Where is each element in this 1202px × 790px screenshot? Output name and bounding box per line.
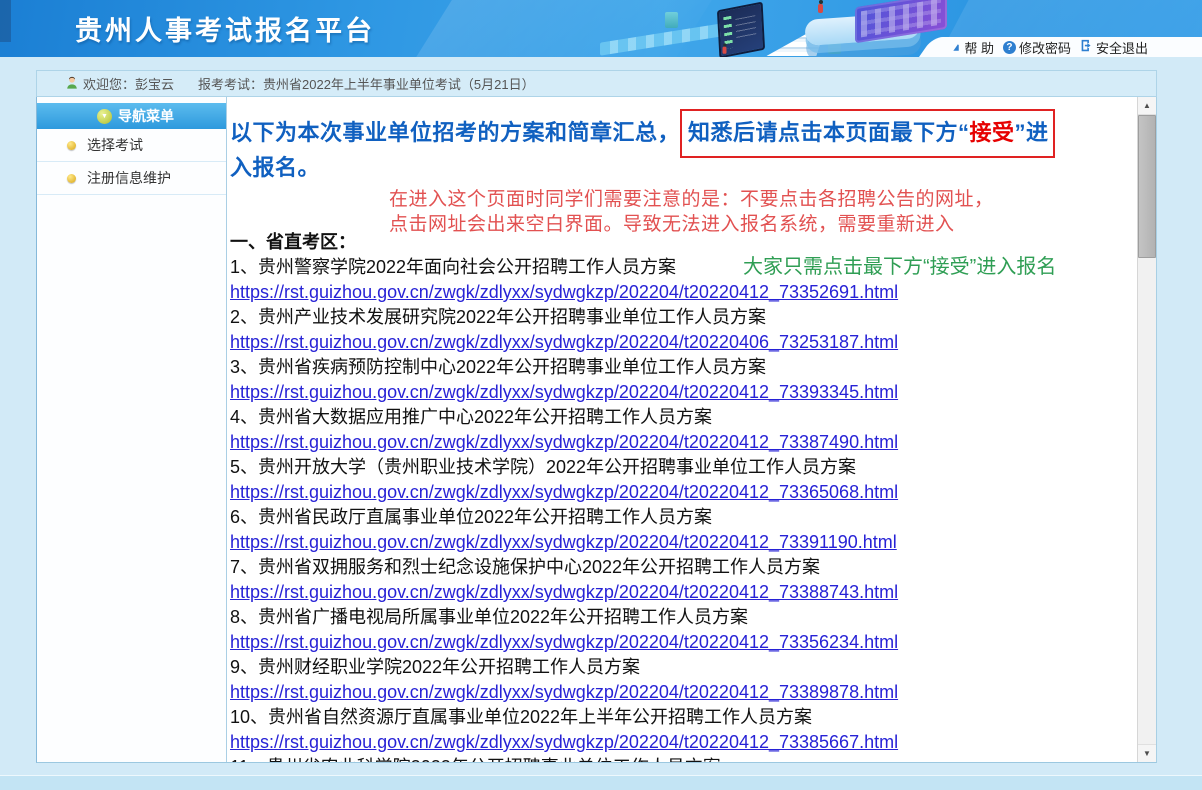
- app-header: 贵州人事考试报名平台 帮 助 ? 修改密码 安全退出: [0, 0, 1202, 57]
- announcement-title: 8、贵州省广播电视局所属事业单位2022年公开招聘工作人员方案: [230, 605, 1136, 630]
- announcement-title: 7、贵州省双拥服务和烈士纪念设施保护中心2022年公开招聘工作人员方案: [230, 555, 1136, 580]
- announcement-link[interactable]: https://rst.guizhou.gov.cn/zwgk/zdlyxx/s…: [230, 430, 1136, 455]
- announcement-link[interactable]: https://rst.guizhou.gov.cn/zwgk/zdlyxx/s…: [230, 680, 1136, 705]
- announcement-link[interactable]: https://rst.guizhou.gov.cn/zwgk/zdlyxx/s…: [230, 530, 1136, 555]
- scroll-up-button[interactable]: ▲: [1138, 97, 1156, 115]
- red-note-line1: 在进入这个页面时同学们需要注意的是：不要点击各招聘公告的网址，: [389, 187, 1059, 212]
- announcement-link[interactable]: https://rst.guizhou.gov.cn/zwgk/zdlyxx/s…: [230, 280, 1136, 305]
- announcement-item: 5、贵州开放大学（贵州职业技术学院）2022年公开招聘事业单位工作人员方案 ht…: [230, 455, 1136, 505]
- exam-text: 报考考试：贵州省2022年上半年事业单位考试（5月21日）: [198, 74, 535, 93]
- announcement-title: 3、贵州省疾病预防控制中心2022年公开招聘事业单位工作人员方案: [230, 355, 1136, 380]
- illustration-pillar: [828, 38, 841, 54]
- announcement-item: 8、贵州省广播电视局所属事业单位2022年公开招聘工作人员方案 https://…: [230, 605, 1136, 655]
- sidebar: ▼ 导航菜单 选择考试 注册信息维护: [37, 97, 227, 762]
- heading-boxed-post: ”进: [1015, 120, 1049, 145]
- sidebar-item-label: 选择考试: [87, 135, 143, 155]
- bullet-icon: [67, 174, 76, 183]
- logout-label: 安全退出: [1096, 38, 1148, 57]
- illustration-person: [818, 0, 823, 14]
- content-area: 以下为本次事业单位招考的方案和简章汇总，知悉后请点击本页面最下方“接受”进 入报…: [228, 97, 1136, 762]
- nav-menu-title: 导航菜单: [118, 106, 174, 126]
- sidebar-item-registration-info[interactable]: 注册信息维护: [37, 162, 226, 195]
- announcement-item: 2、贵州产业技术发展研究院2022年公开招聘事业单位工作人员方案 https:/…: [230, 305, 1136, 355]
- announcement-title: 10、贵州省自然资源厅直属事业单位2022年上半年公开招聘工作人员方案: [230, 705, 1136, 730]
- heading-boxed-pre: 知悉后请点击本页面最下方“: [688, 120, 970, 145]
- red-warning-note: 在进入这个页面时同学们需要注意的是：不要点击各招聘公告的网址， 点击网址会出来空…: [389, 187, 1059, 237]
- bullet-icon: [67, 141, 76, 150]
- illustration-person: [723, 43, 727, 54]
- help-link[interactable]: 帮 助: [949, 38, 994, 57]
- change-password-link[interactable]: ? 修改密码: [1003, 38, 1071, 57]
- illustration-platform: [804, 12, 921, 46]
- announcement-item: 4、贵州省大数据应用推广中心2022年公开招聘工作人员方案 https://rs…: [230, 405, 1136, 455]
- green-instruction-note: 大家只需点击最下方“接受”进入报名: [743, 250, 1056, 279]
- illustration-stairs: [766, 22, 827, 56]
- sidebar-item-select-exam[interactable]: 选择考试: [37, 129, 226, 162]
- illustration-walkway: [600, 17, 760, 55]
- exit-icon: [1080, 39, 1093, 55]
- announcement-link[interactable]: https://rst.guizhou.gov.cn/zwgk/zdlyxx/s…: [230, 630, 1136, 655]
- page-title: 贵州人事考试报名平台: [75, 9, 375, 48]
- page: { "header": { "title": "贵州人事考试报名平台", "he…: [0, 0, 1202, 790]
- illustration-pillar: [665, 12, 678, 28]
- announcement-item: 6、贵州省民政厅直属事业单位2022年公开招聘工作人员方案 https://rs…: [230, 505, 1136, 555]
- header-corner-shade: [0, 0, 11, 42]
- logout-link[interactable]: 安全退出: [1080, 38, 1148, 57]
- red-note-line2: 点击网址会出来空白界面。导致无法进入报名系统，需要重新进入: [389, 212, 1059, 237]
- announcement-item: 7、贵州省双拥服务和烈士纪念设施保护中心2022年公开招聘工作人员方案 http…: [230, 555, 1136, 605]
- announcement-link[interactable]: https://rst.guizhou.gov.cn/zwgk/zdlyxx/s…: [230, 730, 1136, 755]
- announcement-title: 6、贵州省民政厅直属事业单位2022年公开招聘工作人员方案: [230, 505, 1136, 530]
- vertical-scrollbar[interactable]: ▲ ▼: [1137, 97, 1156, 762]
- main-heading: 以下为本次事业单位招考的方案和简章汇总， 知悉后请点击本页面最下方“接受”进 入报…: [230, 115, 1136, 185]
- announcement-link[interactable]: https://rst.guizhou.gov.cn/zwgk/zdlyxx/s…: [230, 480, 1136, 505]
- heading-part2: 入报名。: [230, 155, 320, 180]
- chevron-down-icon: ▼: [97, 109, 112, 124]
- illustration-pillar: [900, 12, 913, 28]
- nav-menu-header[interactable]: ▼ 导航菜单: [37, 103, 226, 129]
- announcement-title: 9、贵州财经职业学院2022年公开招聘工作人员方案: [230, 655, 1136, 680]
- announcement-item: 9、贵州财经职业学院2022年公开招聘工作人员方案 https://rst.gu…: [230, 655, 1136, 705]
- announcement-item: 3、贵州省疾病预防控制中心2022年公开招聘事业单位工作人员方案 https:/…: [230, 355, 1136, 405]
- accept-text: 接受: [970, 120, 1015, 145]
- announcement-title: 2、贵州产业技术发展研究院2022年公开招聘事业单位工作人员方案: [230, 305, 1136, 330]
- scrollbar-thumb[interactable]: [1138, 115, 1156, 258]
- welcome-text: 欢迎您：彭宝云: [83, 74, 174, 93]
- heading-part1: 以下为本次事业单位招考的方案和简章汇总，: [230, 120, 680, 145]
- announcement-link[interactable]: https://rst.guizhou.gov.cn/zwgk/zdlyxx/s…: [230, 330, 1136, 355]
- announcement-title: 5、贵州开放大学（贵州职业技术学院）2022年公开招聘事业单位工作人员方案: [230, 455, 1136, 480]
- announcement-title: 11、贵州省农业科学院2022年公开招聘事业单位工作人员方案: [230, 755, 1136, 762]
- footer-strip: [0, 775, 1202, 790]
- announcement-item: 11、贵州省农业科学院2022年公开招聘事业单位工作人员方案: [230, 755, 1136, 762]
- change-password-label: 修改密码: [1019, 38, 1071, 57]
- main-container: ▼ 导航菜单 选择考试 注册信息维护 以下为本次事业单位招考的方案和简章汇总，知…: [36, 97, 1157, 763]
- announcement-list: 1、贵州警察学院2022年面向社会公开招聘工作人员方案 https://rst.…: [230, 255, 1136, 762]
- accept-highlight-box: 知悉后请点击本页面最下方“接受”进: [680, 109, 1055, 158]
- illustration-screen: [717, 2, 765, 57]
- scroll-down-button[interactable]: ▼: [1138, 744, 1156, 762]
- welcome-bar: 欢迎您：彭宝云 报考考试：贵州省2022年上半年事业单位考试（5月21日）: [36, 70, 1157, 97]
- sidebar-item-label: 注册信息维护: [87, 168, 171, 188]
- illustration-dashboard: [855, 0, 947, 43]
- announcement-link[interactable]: https://rst.guizhou.gov.cn/zwgk/zdlyxx/s…: [230, 580, 1136, 605]
- lock-icon: [949, 39, 961, 55]
- announcement-link[interactable]: https://rst.guizhou.gov.cn/zwgk/zdlyxx/s…: [230, 380, 1136, 405]
- user-avatar-icon: [65, 75, 79, 93]
- header-utility-bar: 帮 助 ? 修改密码 安全退出: [940, 37, 1202, 57]
- question-icon: ?: [1003, 41, 1016, 54]
- help-label: 帮 助: [964, 38, 994, 57]
- announcement-item: 10、贵州省自然资源厅直属事业单位2022年上半年公开招聘工作人员方案 http…: [230, 705, 1136, 755]
- announcement-title: 4、贵州省大数据应用推广中心2022年公开招聘工作人员方案: [230, 405, 1136, 430]
